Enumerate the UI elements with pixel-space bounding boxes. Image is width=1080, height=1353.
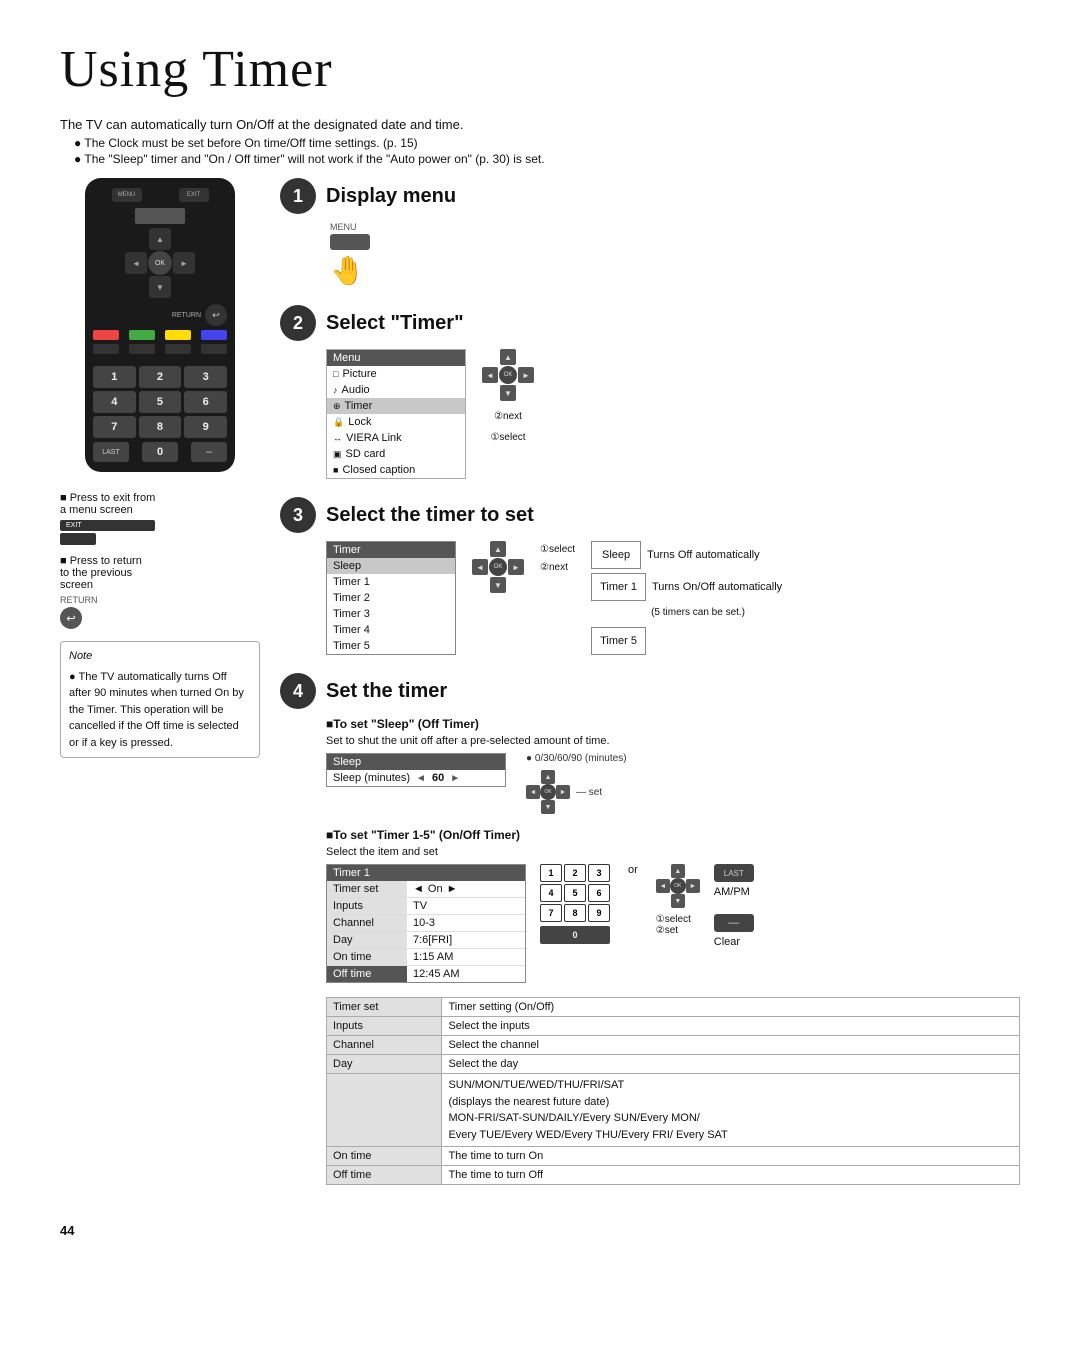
zero-button: 0 — [142, 442, 178, 462]
step3-annotations: ①select ②next — [540, 541, 575, 577]
step2-dpad: ▲ ▼ ◄ ► OK — [482, 349, 534, 401]
step4-block: 4 Set the timer ■To set "Sleep" (Off Tim… — [280, 673, 1020, 1185]
dash-button: – — [191, 442, 227, 462]
sleep-arrow-left: ◄ — [416, 773, 426, 784]
exit-box: EXIT — [60, 520, 155, 531]
timer1-desc: Turns On/Off automatically — [652, 576, 782, 598]
sleep-dpad: ▲ ▼ ◄ ► OK — [526, 770, 570, 814]
sleep-value: 60 — [432, 772, 444, 784]
minutes-annotation: ● 0/30/60/90 (minutes) — [526, 753, 627, 764]
ref-timer-set-desc: Timer setting (On/Off) — [442, 998, 1020, 1017]
step4-content: ■To set "Sleep" (Off Timer) Set to shut … — [326, 717, 1020, 1185]
timer15-content-row: Timer 1 Timer set ◄On► Inputs TV Channel — [326, 864, 1020, 983]
ref-channel-desc: Select the channel — [442, 1036, 1020, 1055]
menu-icon-illustration: MENU 🤚 — [330, 222, 1020, 287]
ref-offtime-desc: The time to turn Off — [442, 1166, 1020, 1185]
note-box: Note ● The TV automatically turns Off af… — [60, 641, 260, 758]
numpad-zero: 0 — [540, 926, 610, 944]
page-number: 44 — [60, 1223, 1020, 1238]
left-column: MENU EXIT ▲ ▼ ◄ ► OK RETURN ↩ — [60, 178, 260, 1203]
sleep-label-box: Sleep — [591, 541, 641, 569]
ref-channel-label: Channel — [327, 1036, 442, 1055]
step1-circle: 1 — [280, 178, 316, 214]
timer-note: (5 timers can be set.) — [651, 603, 782, 623]
am-pm-area: LAST AM/PM — Clear — [714, 864, 754, 948]
step1-block: 1 Display menu MENU 🤚 — [280, 178, 1020, 287]
return-button: ↩ — [205, 304, 227, 326]
or-text: or — [624, 864, 642, 876]
ref-day-desc: Select the day — [442, 1055, 1020, 1074]
right-column: 1 Display menu MENU 🤚 2 Select "Timer" M… — [280, 178, 1020, 1203]
step2-block: 2 Select "Timer" Menu □ Picture ♪ Audio … — [280, 305, 1020, 479]
step2-annotation-select: ①select — [490, 432, 525, 443]
sleep-arrow-right: ► — [450, 773, 460, 784]
dash-btn-illustration: — — [714, 914, 754, 932]
timer15-annotations: ①select ②set — [656, 914, 691, 936]
remote-notes: ■ Press to exit froma menu screen EXIT ■… — [60, 492, 260, 758]
ref-day-options-label — [327, 1074, 442, 1147]
timer-select-menu: Timer Sleep Timer 1 Timer 2 Timer 3 Time… — [326, 541, 456, 655]
timer1-label-box: Timer 1 — [591, 573, 646, 601]
intro-bullet-1: The Clock must be set before On time/Off… — [74, 136, 1020, 150]
timer15-section-title: ■To set "Timer 1-5" (On/Off Timer) — [326, 828, 1020, 842]
sleep-section-title: ■To set "Sleep" (Off Timer) — [326, 717, 1020, 731]
timer15-sub-section: ■To set "Timer 1-5" (On/Off Timer) Selec… — [326, 828, 1020, 983]
step2-annotation-next: ②next — [494, 411, 522, 422]
sleep-and-nav: Sleep Sleep (minutes) ◄ 60 ► ● 0/30/60/9… — [326, 753, 1020, 814]
ref-day-label: Day — [327, 1055, 442, 1074]
step2-title: Select "Timer" — [326, 305, 464, 341]
ref-ontime-desc: The time to turn On — [442, 1147, 1020, 1166]
step1-title: Display menu — [326, 178, 456, 214]
exit-button: EXIT — [179, 188, 209, 202]
timer15-section-desc: Select the item and set — [326, 846, 1020, 858]
step2-content: Menu □ Picture ♪ Audio ⊕ Timer 🔒 Lock ↔ … — [326, 349, 1020, 479]
sleep-minutes-label: Sleep (minutes) — [333, 772, 410, 784]
last-btn-illustration: LAST — [714, 864, 754, 882]
sleep-sub-section: ■To set "Sleep" (Off Timer) Set to shut … — [326, 717, 1020, 814]
step3-content: Timer Sleep Timer 1 Timer 2 Timer 3 Time… — [326, 541, 1020, 655]
timer-set-screen-title: Timer 1 — [327, 865, 525, 881]
numpad-area: 1 2 3 4 5 6 7 8 9 — [93, 366, 227, 438]
remote-illustration: MENU EXIT ▲ ▼ ◄ ► OK RETURN ↩ — [85, 178, 235, 472]
step3-descriptions: Sleep Turns Off automatically Timer 1 Tu… — [591, 541, 782, 655]
step3-dpad: ▲ ▼ ◄ ► OK — [472, 541, 524, 593]
reference-table: Timer set Timer setting (On/Off) Inputs … — [326, 997, 1020, 1185]
ref-inputs-desc: Select the inputs — [442, 1017, 1020, 1036]
step4-title: Set the timer — [326, 673, 447, 709]
sleep-screen: Sleep Sleep (minutes) ◄ 60 ► — [326, 753, 506, 787]
intro-bullet-2: The "Sleep" timer and "On / Off timer" w… — [74, 152, 1020, 166]
step3-circle: 3 — [280, 497, 316, 533]
menu-hand-icon: 🤚 — [330, 254, 365, 287]
ref-timer-set-label: Timer set — [327, 998, 442, 1017]
timer15-dpad: ▲ ▼ ◄ ► OK — [656, 864, 700, 908]
step3-title: Select the timer to set — [326, 497, 534, 533]
exit-note-text: ■ Press to exit froma menu screen — [60, 492, 155, 516]
timer5-label-box: Timer 5 — [591, 627, 646, 655]
menu-label: MENU — [330, 222, 357, 232]
ref-ontime-label: On time — [327, 1147, 442, 1166]
sleep-screen-title: Sleep — [327, 754, 505, 770]
sleep-desc: Turns Off automatically — [647, 544, 760, 566]
set-annotation: — set — [576, 787, 602, 798]
ref-day-options-desc: SUN/MON/TUE/WED/THU/FRI/SAT (displays th… — [442, 1074, 1020, 1147]
sleep-section-desc: Set to shut the unit off after a pre-sel… — [326, 735, 1020, 747]
note-text: ● The TV automatically turns Off after 9… — [69, 669, 251, 752]
ref-offtime-label: Off time — [327, 1166, 442, 1185]
step3-block: 3 Select the timer to set Timer Sleep Ti… — [280, 497, 1020, 655]
step4-circle: 4 — [280, 673, 316, 709]
step2-menu: Menu □ Picture ♪ Audio ⊕ Timer 🔒 Lock ↔ … — [326, 349, 466, 479]
dpad: ▲ ▼ ◄ ► OK — [125, 228, 195, 298]
last-button: LAST — [93, 442, 129, 462]
return-icon: ↩ — [60, 607, 82, 629]
return-note-text: ■ Press to returnto the previousscreen — [60, 555, 142, 591]
intro-main: The TV can automatically turn On/Off at … — [60, 117, 1020, 132]
menu-button: MENU — [112, 188, 142, 202]
timer-set-screen: Timer 1 Timer set ◄On► Inputs TV Channel — [326, 864, 526, 983]
numpad-illustration: 1 2 3 4 5 6 7 8 9 — [540, 864, 610, 922]
ref-inputs-label: Inputs — [327, 1017, 442, 1036]
step2-circle: 2 — [280, 305, 316, 341]
page-title: Using Timer — [60, 40, 1020, 99]
